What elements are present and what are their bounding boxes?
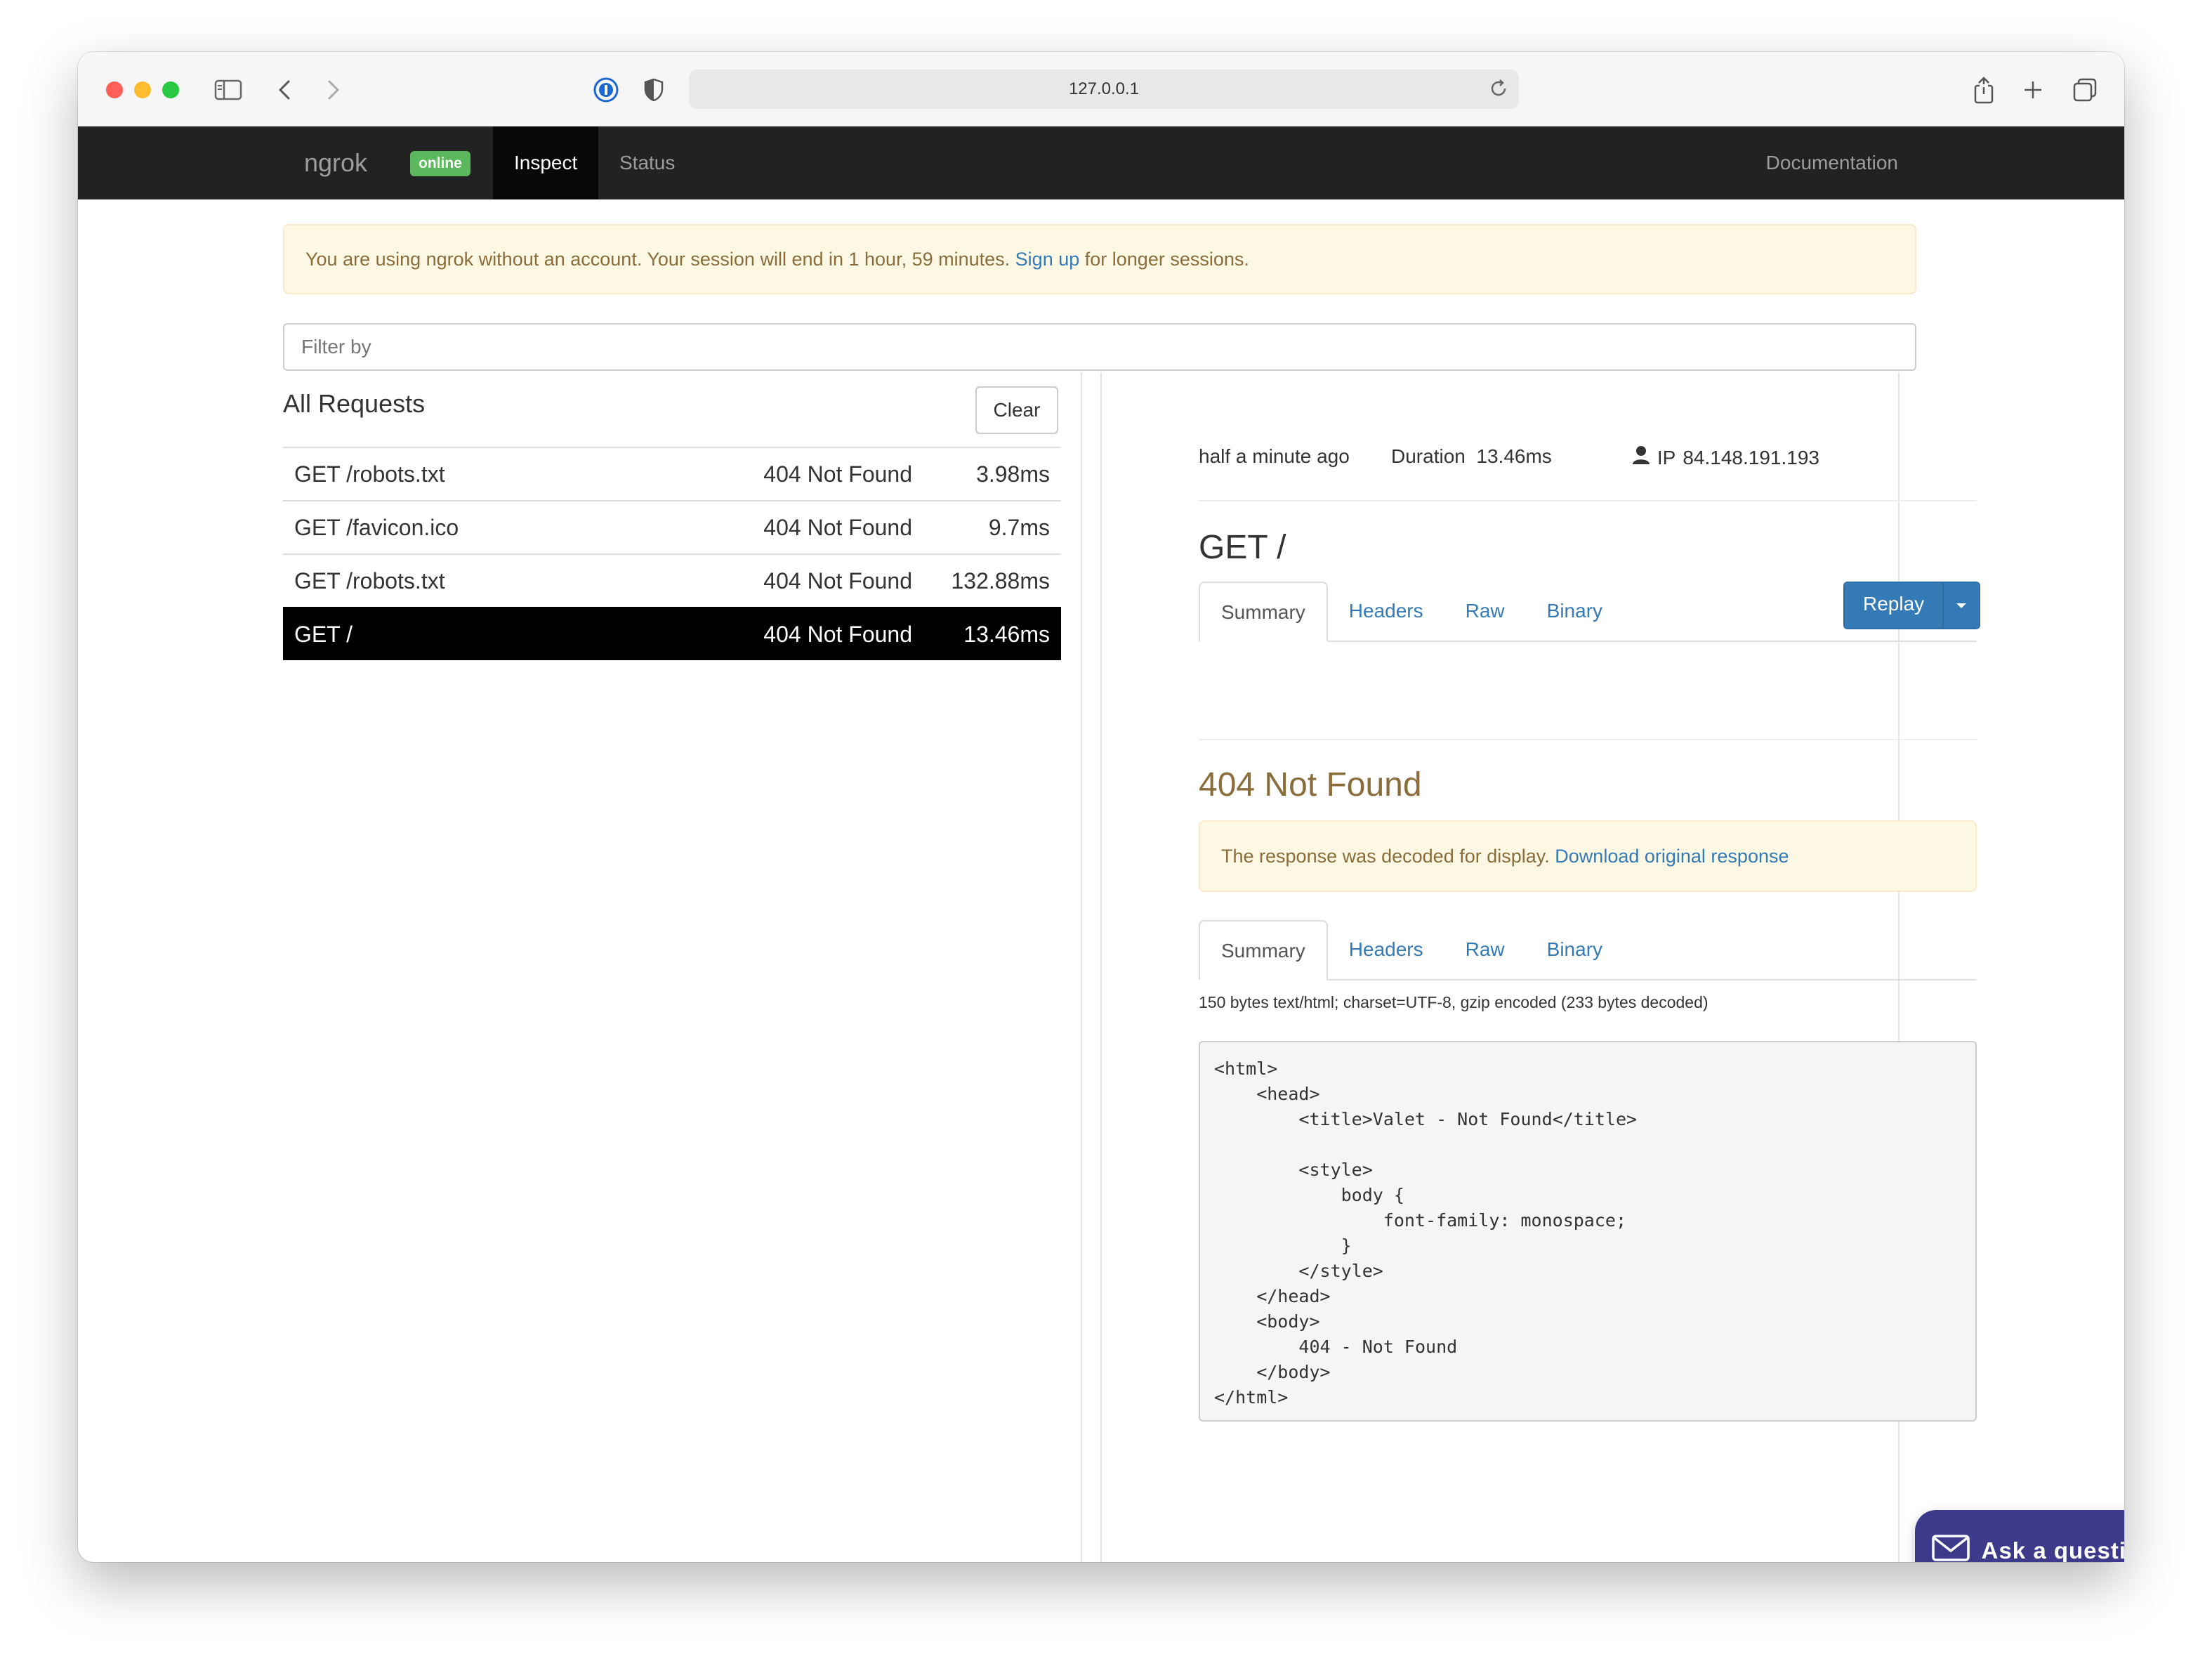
tab-request-binary[interactable]: Binary: [1526, 582, 1624, 641]
divider: [1199, 739, 1977, 740]
session-alert-text: You are using ngrok without an account. …: [305, 249, 1010, 270]
ask-question-button[interactable]: Ask a question: [1915, 1510, 2124, 1562]
duration-value: 13.46ms: [1476, 445, 1552, 467]
tab-response-headers[interactable]: Headers: [1328, 920, 1444, 979]
table-row-selected[interactable]: GET / 404 Not Found 13.46ms: [283, 607, 1061, 660]
table-row[interactable]: GET /favicon.ico 404 Not Found 9.7ms: [283, 500, 1061, 553]
download-original-link[interactable]: Download original response: [1555, 846, 1789, 867]
response-info: 150 bytes text/html; charset=UTF-8, gzip…: [1199, 993, 1709, 1011]
request-duration: 132.88ms: [951, 567, 1050, 593]
request-duration: 9.7ms: [988, 514, 1050, 540]
request-path: GET /robots.txt: [294, 461, 445, 487]
filter-input[interactable]: [283, 323, 1916, 371]
request-duration: 3.98ms: [976, 461, 1050, 487]
tab-request-raw[interactable]: Raw: [1444, 582, 1526, 641]
requests-title: All Requests: [283, 389, 426, 418]
request-title: GET /: [1199, 529, 1286, 566]
request-duration-meta: Duration 13.46ms: [1391, 445, 1552, 468]
clear-button[interactable]: Clear: [975, 386, 1058, 434]
ip-label: IP: [1657, 446, 1676, 468]
client-ip: IP 84.148.191.193: [1632, 445, 1819, 470]
request-status: 404 Not Found: [763, 514, 912, 540]
response-tabs: Summary Headers Raw Binary: [1199, 920, 1977, 980]
table-row[interactable]: GET /robots.txt 404 Not Found 3.98ms: [283, 447, 1061, 500]
tab-request-summary[interactable]: Summary: [1199, 582, 1328, 642]
ask-question-label: Ask a question: [1981, 1537, 2124, 1562]
sign-up-link[interactable]: Sign up: [1015, 249, 1080, 270]
request-status: 404 Not Found: [763, 621, 912, 647]
request-duration: 13.46ms: [963, 621, 1050, 647]
caret-down-icon: [1956, 603, 1967, 608]
table-row[interactable]: GET /robots.txt 404 Not Found 132.88ms: [283, 553, 1061, 607]
duration-label: Duration: [1391, 445, 1466, 467]
divider: [1199, 500, 1977, 501]
tab-response-raw[interactable]: Raw: [1444, 920, 1526, 979]
decoded-notice-text: The response was decoded for display.: [1221, 846, 1550, 867]
request-status: 404 Not Found: [763, 461, 912, 487]
decoded-notice: The response was decoded for display. Do…: [1199, 820, 1977, 892]
response-status-title: 404 Not Found: [1199, 766, 1422, 803]
tab-request-headers[interactable]: Headers: [1328, 582, 1444, 641]
response-body-code: <html> <head> <title>Valet - Not Found</…: [1199, 1041, 1977, 1422]
session-alert-suffix: for longer sessions.: [1084, 249, 1249, 270]
page-content: You are using ngrok without an account. …: [78, 52, 2124, 1562]
request-time: half a minute ago: [1199, 445, 1350, 467]
mail-icon: [1931, 1534, 1970, 1562]
tab-response-summary[interactable]: Summary: [1199, 920, 1328, 980]
user-icon: [1632, 445, 1650, 470]
replay-dropdown-button[interactable]: [1942, 583, 1980, 628]
request-status: 404 Not Found: [763, 567, 912, 593]
replay-button[interactable]: Replay: [1845, 583, 1943, 628]
request-path: GET /: [294, 621, 353, 647]
replay-button-group: Replay: [1843, 582, 1981, 629]
requests-table: GET /robots.txt 404 Not Found 3.98ms GET…: [283, 447, 1061, 660]
column-divider: [1081, 372, 1102, 1562]
ip-value: 84.148.191.193: [1683, 446, 1819, 468]
session-alert: You are using ngrok without an account. …: [283, 224, 1916, 294]
request-path: GET /robots.txt: [294, 567, 445, 593]
tab-response-binary[interactable]: Binary: [1526, 920, 1624, 979]
request-path: GET /favicon.ico: [294, 514, 459, 540]
